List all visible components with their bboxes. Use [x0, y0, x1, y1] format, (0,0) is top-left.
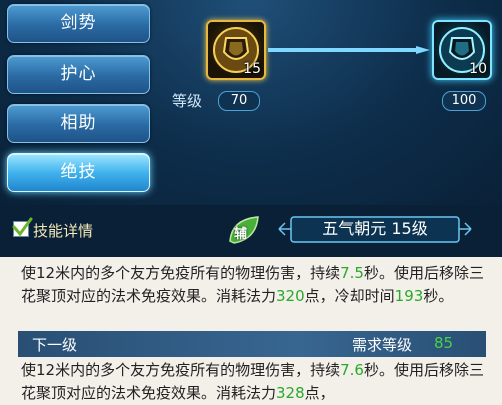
next-icon-count: 10 — [469, 61, 487, 77]
tab-jueji[interactable]: 绝技 — [7, 153, 150, 192]
required-level-value: 85 — [434, 334, 454, 352]
next-level-description: 使12米内的多个友方免疫所有的物理伤害，持续7.6秒。使用后移除三花聚顶对应的法… — [21, 361, 484, 402]
current-icon-count: 15 — [243, 61, 261, 77]
next-level-label: 下一级 — [32, 336, 78, 354]
current-mana: 320 — [276, 287, 305, 305]
current-level-value: 70 — [218, 91, 260, 111]
next-duration: 7.6 — [340, 361, 364, 379]
next-level-value: 100 — [442, 91, 486, 111]
skill-name: 五气朝元 15级 — [322, 219, 428, 238]
level-label: 等级 — [172, 92, 203, 110]
current-duration: 7.5 — [340, 264, 364, 282]
checkmark-icon — [12, 217, 33, 237]
next-mana: 328 — [276, 384, 305, 402]
current-cooldown: 193 — [394, 287, 424, 305]
required-level-label: 需求等级 — [352, 336, 413, 354]
skill-detail-label: 技能详情 — [33, 222, 94, 240]
upgrade-arrow-icon — [268, 46, 430, 54]
tab-xiangzhu[interactable]: 相助 — [7, 104, 150, 143]
current-level-description: 使12米内的多个友方免疫所有的物理伤害，持续7.5秒。使用后移除三花聚顶对应的法… — [21, 264, 484, 305]
assist-badge-text: 辅 — [234, 227, 248, 242]
current-skill-icon[interactable]: 15 — [206, 20, 266, 80]
tab-jianshi[interactable]: 剑势 — [7, 4, 150, 43]
next-skill-icon[interactable]: 10 — [432, 20, 492, 80]
tab-huxin[interactable]: 护心 — [7, 55, 150, 94]
next-level-bar — [18, 331, 486, 357]
